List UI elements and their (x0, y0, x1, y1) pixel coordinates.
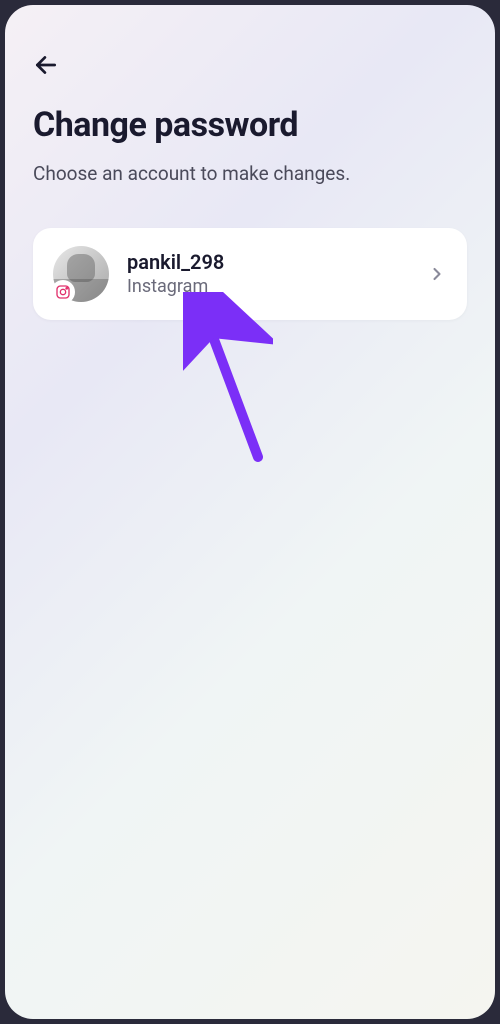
page-title: Change password (33, 105, 467, 145)
app-screen: Change password Choose an account to mak… (5, 5, 495, 1019)
account-item[interactable]: pankil_298 Instagram (33, 228, 467, 320)
account-platform: Instagram (127, 276, 409, 297)
account-info: pankil_298 Instagram (127, 250, 409, 297)
page-subtitle: Choose an account to make changes. (33, 161, 467, 188)
chevron-right-icon (427, 264, 447, 284)
platform-badge (51, 280, 75, 304)
back-button[interactable] (33, 45, 73, 85)
back-arrow-icon (33, 52, 59, 78)
avatar-container (53, 246, 109, 302)
instagram-icon (55, 284, 71, 300)
account-username: pankil_298 (127, 250, 409, 274)
